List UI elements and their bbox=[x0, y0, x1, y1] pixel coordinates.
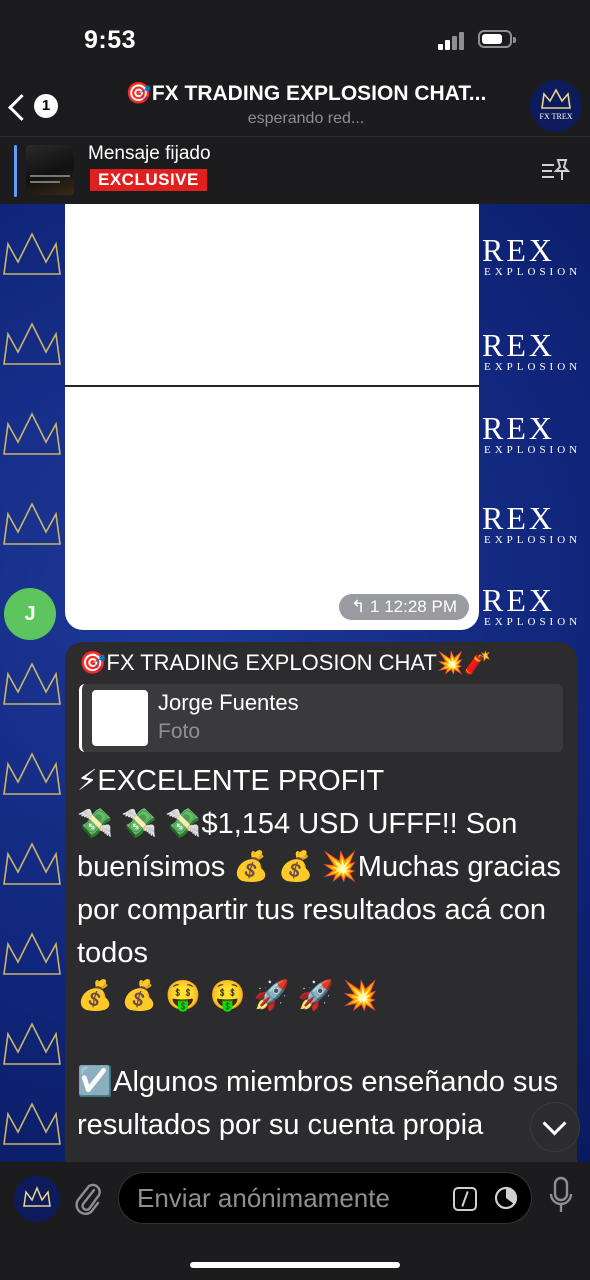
image-message[interactable]: ↰ 1 12:28 PM bbox=[65, 204, 479, 630]
commands-icon[interactable] bbox=[453, 1187, 477, 1211]
message-line: ☑️Algunos miembros enseñando sus resulta… bbox=[77, 1066, 559, 1141]
brand-watermark: REX EXPLOSION bbox=[482, 232, 582, 278]
pinned-indicator bbox=[14, 145, 17, 197]
status-time: 9:53 bbox=[84, 26, 137, 54]
crown-icon bbox=[541, 88, 571, 109]
chat-header: 1 🎯FX TRADING EXPLOSION CHAT... esperand… bbox=[0, 80, 590, 136]
input-placeholder: Enviar anónimamente bbox=[137, 1183, 390, 1213]
message-meta: ↰ 1 12:28 PM bbox=[339, 594, 469, 620]
sender-avatar[interactable]: J bbox=[4, 588, 56, 640]
chat-title[interactable]: 🎯FX TRADING EXPLOSION CHAT... bbox=[96, 82, 516, 106]
send-as-avatar[interactable] bbox=[14, 1176, 60, 1222]
reply-preview[interactable]: Jorge Fuentes Foto bbox=[79, 684, 563, 752]
message-line bbox=[77, 1018, 569, 1061]
message-line: ⚡EXCELENTE PROFIT bbox=[77, 765, 385, 797]
pin-list-icon[interactable] bbox=[540, 157, 570, 183]
reply-name: Jorge Fuentes bbox=[158, 690, 299, 715]
channel-avatar[interactable]: FX TREX bbox=[530, 80, 582, 132]
brand-watermark: REX EXPLOSION bbox=[482, 410, 582, 456]
brand-watermark: REX EXPLOSION bbox=[482, 327, 582, 373]
battery-icon bbox=[478, 30, 516, 48]
text-message[interactable]: 🎯FX TRADING EXPLOSION CHAT💥🧨 Jorge Fuent… bbox=[65, 642, 577, 1182]
brand-watermark: REX EXPLOSION bbox=[482, 500, 582, 546]
pinned-message-bar[interactable]: Mensaje fijado EXCLUSIVE bbox=[0, 136, 590, 205]
image-divider bbox=[65, 385, 479, 387]
status-bar: 9:53 bbox=[0, 0, 590, 80]
signal-icon bbox=[438, 32, 468, 50]
timer-icon[interactable] bbox=[493, 1185, 519, 1211]
crown-pattern bbox=[3, 232, 61, 1145]
message-input[interactable]: Enviar anónimamente bbox=[118, 1172, 532, 1224]
chevron-down-icon bbox=[542, 1111, 567, 1136]
message-body: ⚡EXCELENTE PROFIT 💸 💸 💸$1,154 USD UFFF!!… bbox=[77, 760, 569, 1147]
pinned-thumbnail bbox=[26, 145, 74, 195]
crown-icon bbox=[23, 1186, 51, 1207]
reply-thumbnail bbox=[92, 690, 148, 746]
forwarded-from[interactable]: 🎯FX TRADING EXPLOSION CHAT💥🧨 bbox=[79, 650, 492, 676]
brand-watermark: REX EXPLOSION bbox=[482, 582, 582, 628]
pinned-title: Mensaje fijado bbox=[88, 143, 211, 164]
message-line: 💰 💰 🤑 🤑 🚀 🚀 💥 bbox=[77, 980, 379, 1012]
avatar-label: FX TREX bbox=[539, 112, 573, 121]
microphone-icon[interactable] bbox=[548, 1176, 574, 1216]
reply-subtitle: Foto bbox=[158, 720, 201, 743]
back-button[interactable]: 1 bbox=[8, 88, 66, 128]
chevron-left-icon bbox=[8, 94, 35, 121]
unread-count-badge: 1 bbox=[34, 94, 58, 118]
home-indicator bbox=[190, 1262, 400, 1268]
scroll-down-button[interactable] bbox=[530, 1102, 580, 1152]
chat-status: esperando red... bbox=[247, 110, 365, 127]
attach-icon[interactable] bbox=[74, 1180, 102, 1218]
message-line: 💸 💸 💸$1,154 USD UFFF!! Son buenísimos 💰 … bbox=[77, 808, 561, 969]
pinned-badge: EXCLUSIVE bbox=[90, 169, 207, 191]
